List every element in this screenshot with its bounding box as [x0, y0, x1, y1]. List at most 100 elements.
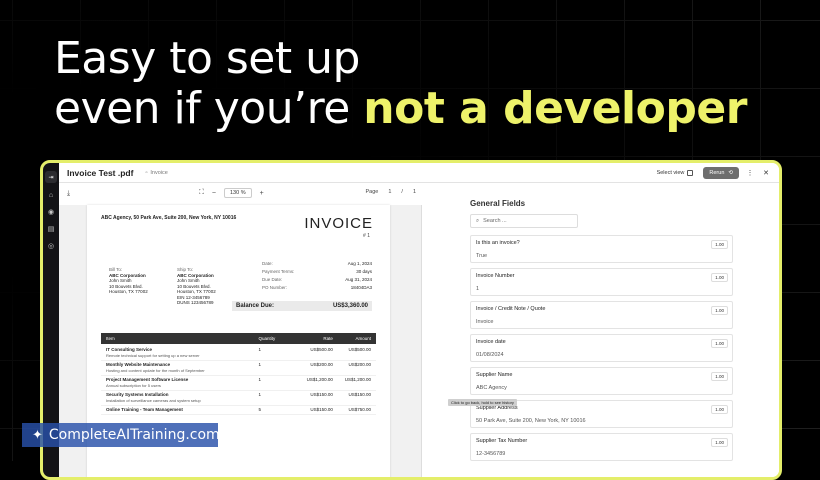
fields-heading: General Fields [470, 199, 526, 208]
zoom-controls: ⛶ − 130 % + [199, 188, 264, 198]
confidence-badge: 1.00 [711, 306, 728, 315]
field-card[interactable]: Invoice / Credit Note / Quote Invoice 1.00 [470, 301, 733, 329]
header-qty: Quantity [258, 336, 276, 341]
select-view-label: Select view [656, 169, 685, 176]
meta-row: Date: Aug 1, 2024 [262, 259, 372, 267]
collapse-icon[interactable]: ⇥ [45, 171, 57, 183]
more-options-icon[interactable]: ⋮ [745, 169, 755, 177]
field-card[interactable]: Is this an invoice? True 1.00 [470, 235, 733, 263]
fit-screen-icon[interactable]: ⛶ [199, 189, 204, 197]
zoom-in-icon[interactable]: + [260, 190, 264, 197]
headline-line-2: even if you’re not a developer [54, 84, 747, 134]
document-tag-label: Invoice [150, 169, 168, 176]
settings-icon[interactable]: ◎ [48, 243, 54, 251]
page-separator: / [401, 189, 403, 195]
headline: Easy to set up even if you’re not a deve… [54, 34, 747, 134]
meta-row: Due Date: Aug 31, 2024 [262, 275, 372, 283]
headline-highlight: not a developer [363, 83, 747, 134]
field-value[interactable]: 12-3456789 [476, 451, 727, 457]
file-icon: ▫ [145, 169, 148, 176]
item-rate: US$500.00 [310, 347, 333, 352]
page-indicator: Page 1 / 1 [365, 189, 416, 195]
item-desc: Remote technical support for setting up … [106, 353, 200, 358]
item-amount: US$500.00 [348, 347, 371, 352]
table-row: Online Training - Team Management 5 US$150… [101, 406, 376, 415]
download-icon[interactable]: ⤓ [67, 190, 70, 198]
search-icon: ⌕ [476, 217, 480, 224]
item-rate: US$1,200.00 [306, 377, 333, 382]
confidence-badge: 1.00 [711, 339, 728, 348]
zoom-out-icon[interactable]: − [212, 190, 216, 197]
confidence-badge: 1.00 [711, 405, 728, 414]
item-amount: US$750.00 [348, 407, 371, 412]
item-desc: Annual subscription for 5 users [106, 383, 161, 388]
history-tooltip: Click to go back, hold to see history [448, 399, 517, 406]
field-card[interactable]: Supplier Name ABC Agency 1.00 [470, 367, 733, 395]
top-bar-actions: Select view Rerun ⟲ ⋮ ✕ [653, 166, 771, 179]
bill-to-line: Houston, TX 77002 [109, 289, 148, 294]
field-label: Invoice Number [476, 273, 515, 279]
item-desc: Hosting and content update for the month… [106, 368, 205, 373]
field-label: Supplier Name [476, 372, 513, 378]
meta-key: PO Number: [262, 285, 288, 291]
item-name: Online Training - Team Management [106, 407, 183, 412]
field-value[interactable]: 01/08/2024 [476, 352, 727, 358]
item-name: Project Management Software License [106, 377, 189, 382]
documents-icon[interactable]: ◉ [48, 209, 54, 217]
field-value[interactable]: True [476, 253, 727, 259]
headline-line-1: Easy to set up [54, 33, 360, 84]
bill-to: Bill To: ABC Corporation John Smith 10 B… [109, 267, 148, 295]
item-qty: 5 [258, 407, 262, 412]
table-row: Project Management Software License 1 US$1… [101, 376, 376, 391]
field-label: Invoice / Credit Note / Quote [476, 306, 546, 312]
field-card[interactable]: Invoice date 01/08/2024 1.00 [470, 334, 733, 362]
meta-row: Payment Terms: 30 days [262, 267, 372, 275]
rerun-label: Rerun [709, 169, 725, 176]
item-rate: US$150.00 [310, 392, 333, 397]
field-card[interactable]: Invoice Number 1 1.00 [470, 268, 733, 296]
zoom-input[interactable]: 130 % [224, 188, 252, 198]
meta-key: Due Date: [262, 276, 283, 282]
field-label: Invoice date [476, 339, 506, 345]
balance-label: Balance Due: [236, 303, 275, 309]
table-row: Security Systems Installation 1 US$150.00 U… [101, 391, 376, 406]
search-input[interactable]: ⌕ Search ... [470, 214, 578, 228]
field-card[interactable]: Supplier Tax Number 12-3456789 1.00 [470, 433, 733, 461]
balance-due: Balance Due: US$3,360.00 [232, 301, 372, 311]
invoice-number: # 1 [363, 233, 370, 239]
general-fields-panel: General Fields ⌕ Search ... Is this an in… [422, 183, 779, 477]
item-qty: 1 [258, 362, 262, 367]
item-amount: US$200.00 [348, 362, 371, 367]
item-desc: Installation of surveillance cameras and… [106, 398, 201, 403]
field-value[interactable]: Invoice [476, 319, 727, 325]
item-name: Security Systems Installation [106, 392, 169, 397]
item-name: IT Consulting Service [106, 347, 153, 352]
list-icon[interactable]: ▤ [48, 226, 55, 234]
meta-key: Payment Terms: [262, 268, 295, 274]
field-value[interactable]: 1 [476, 286, 727, 292]
select-view-button[interactable]: Select view [653, 168, 698, 178]
meta-value: Aug 1, 2024 [347, 260, 372, 266]
rerun-button[interactable]: Rerun ⟲ [703, 166, 739, 179]
header-item: Item [106, 336, 115, 341]
confidence-badge: 1.00 [711, 240, 728, 249]
items-table-body: IT Consulting Service 1 US$500.00 US$500.00… [101, 346, 376, 415]
page-current[interactable]: 1 [388, 189, 391, 195]
meta-row: PO Number: 18404DA3 [262, 284, 372, 292]
balance-value: US$3,360.00 [332, 303, 368, 309]
page-label: Page [365, 189, 379, 195]
document-tag[interactable]: ▫ Invoice [145, 170, 167, 176]
rerun-icon: ⟲ [728, 169, 733, 176]
field-value[interactable]: ABC Agency [476, 385, 727, 391]
meta-value: 18404DA3 [350, 285, 372, 291]
pdf-toolbar: ⤓ ⛶ − 130 % + Page 1 / 1 [59, 183, 422, 205]
zoom-unit: % [240, 190, 246, 196]
meta-value: Aug 31, 2024 [345, 276, 372, 282]
invoice-title: INVOICE [304, 215, 373, 232]
watermark: ✦ CompleteAITraining.com [22, 423, 220, 447]
field-value[interactable]: 50 Park Ave, Suite 200, New York, NY 100… [476, 418, 727, 424]
home-icon[interactable]: ⌂ [49, 192, 53, 200]
close-icon[interactable]: ✕ [761, 169, 771, 177]
search-placeholder: Search ... [483, 218, 507, 224]
item-qty: 1 [258, 392, 262, 397]
